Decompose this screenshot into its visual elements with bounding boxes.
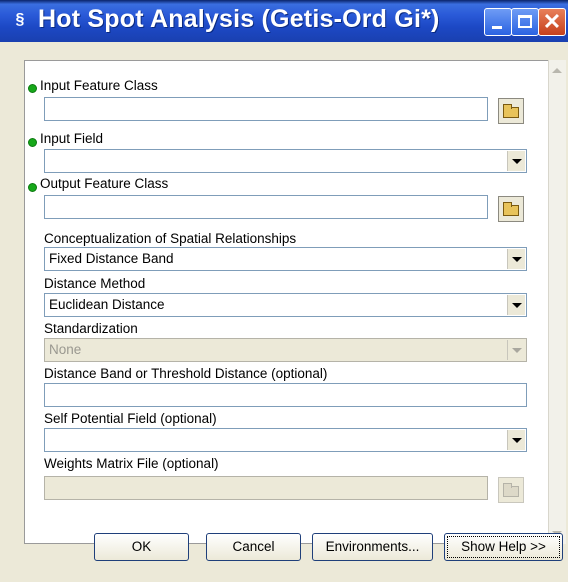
vertical-scrollbar[interactable] — [548, 60, 566, 544]
conceptualization-select[interactable]: Fixed Distance Band — [44, 247, 527, 271]
input-field-label: Input Field — [40, 131, 104, 146]
scroll-up-icon[interactable] — [552, 68, 562, 73]
dialog-window: § Hot Spot Analysis (Getis-Ord Gi*) ✕ In… — [0, 0, 568, 582]
required-dot-icon — [28, 84, 37, 93]
standardization-select: None — [44, 338, 527, 362]
cancel-button[interactable]: Cancel — [206, 533, 301, 561]
chevron-down-icon[interactable] — [507, 249, 525, 269]
tool-icon: § — [15, 11, 25, 28]
distance-band-label: Distance Band or Threshold Distance (opt… — [44, 366, 328, 381]
chevron-down-icon[interactable] — [507, 151, 525, 171]
environments-button[interactable]: Environments... — [312, 533, 433, 561]
weights-matrix-label: Weights Matrix File (optional) — [44, 456, 219, 471]
chevron-down-icon — [507, 340, 525, 360]
output-feature-class-browse-button[interactable] — [498, 196, 524, 222]
output-feature-class-field[interactable] — [44, 195, 488, 219]
input-feature-class-field[interactable] — [44, 97, 488, 121]
weights-matrix-browse-button — [498, 477, 524, 503]
maximize-button[interactable] — [511, 8, 539, 36]
distance-method-value: Euclidean Distance — [49, 297, 165, 312]
distance-method-select[interactable]: Euclidean Distance — [44, 293, 527, 317]
folder-open-icon — [503, 202, 519, 216]
minimize-button[interactable] — [484, 8, 512, 36]
window-title: Hot Spot Analysis (Getis-Ord Gi*) — [38, 5, 440, 33]
show-help-button[interactable]: Show Help >> — [444, 533, 563, 561]
minimize-icon — [492, 26, 502, 29]
standardization-label: Standardization — [44, 321, 138, 336]
output-feature-class-label: Output Feature Class — [40, 176, 169, 191]
self-potential-select[interactable] — [44, 428, 527, 452]
close-button[interactable]: ✕ — [538, 8, 566, 36]
self-potential-label: Self Potential Field (optional) — [44, 411, 217, 426]
ok-button[interactable]: OK — [94, 533, 189, 561]
distance-band-field[interactable] — [44, 383, 527, 407]
maximize-icon — [518, 15, 532, 28]
input-field-select[interactable] — [44, 149, 527, 173]
required-dot-icon — [28, 138, 37, 147]
conceptualization-label: Conceptualization of Spatial Relationshi… — [44, 231, 297, 246]
conceptualization-value: Fixed Distance Band — [49, 251, 174, 266]
title-bar[interactable]: § Hot Spot Analysis (Getis-Ord Gi*) ✕ — [0, 0, 568, 42]
close-icon: ✕ — [542, 9, 562, 34]
folder-open-icon — [503, 483, 519, 497]
standardization-value: None — [49, 342, 82, 357]
input-feature-class-browse-button[interactable] — [498, 98, 524, 124]
required-dot-icon — [28, 183, 37, 192]
input-feature-class-label: Input Feature Class — [40, 78, 158, 93]
folder-open-icon — [503, 104, 519, 118]
distance-method-label: Distance Method — [44, 276, 146, 291]
chevron-down-icon[interactable] — [507, 430, 525, 450]
weights-matrix-field — [44, 476, 488, 500]
chevron-down-icon[interactable] — [507, 295, 525, 315]
